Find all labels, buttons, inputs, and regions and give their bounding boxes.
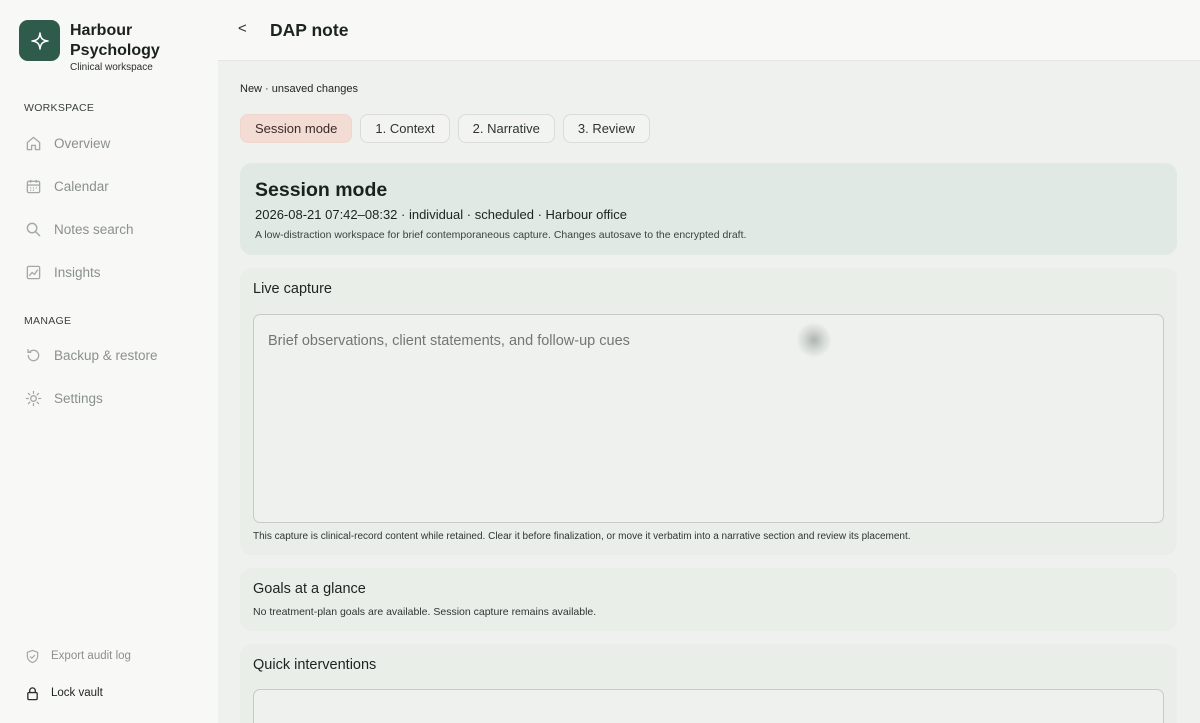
tab-narrative[interactable]: 2. Narrative bbox=[457, 114, 555, 143]
gear-icon bbox=[24, 389, 42, 407]
session-description: A low-distraction workspace for brief co… bbox=[255, 229, 747, 241]
goals-card: Goals at a glance No treatment-plan goal… bbox=[240, 568, 1177, 631]
tab-review[interactable]: 3. Review bbox=[562, 114, 650, 143]
live-capture-input[interactable] bbox=[253, 314, 1164, 523]
chart-icon bbox=[24, 263, 42, 281]
home-icon bbox=[24, 134, 42, 152]
calendar-icon bbox=[24, 177, 42, 195]
status-text: New · unsaved changes bbox=[240, 83, 359, 95]
sidebar-item-label: Overview bbox=[54, 135, 111, 151]
export-audit-log-label: Export audit log bbox=[51, 650, 131, 662]
sidebar-item-notes-search[interactable]: Notes search bbox=[24, 219, 134, 239]
sidebar-item-label: Backup & restore bbox=[54, 347, 158, 363]
brand-subtitle: Clinical workspace bbox=[70, 62, 153, 73]
sidebar-item-label: Calendar bbox=[54, 178, 109, 194]
restore-icon bbox=[24, 346, 42, 364]
sidebar-item-label: Settings bbox=[54, 390, 103, 406]
top-bar: < DAP note bbox=[218, 0, 1200, 61]
session-title: Session mode bbox=[255, 179, 388, 201]
quick-interventions-box[interactable] bbox=[253, 689, 1164, 723]
lock-vault-label: Lock vault bbox=[51, 687, 103, 699]
live-capture-title: Live capture bbox=[253, 281, 332, 297]
shield-check-icon bbox=[24, 648, 40, 664]
sidebar-item-label: Insights bbox=[54, 264, 101, 280]
sidebar-item-label: Notes search bbox=[54, 221, 134, 237]
mouse-cursor-indicator bbox=[797, 323, 831, 357]
page-title: DAP note bbox=[270, 20, 349, 40]
back-button[interactable]: < bbox=[238, 20, 247, 37]
main-content: < DAP note New · unsaved changes Session… bbox=[218, 0, 1200, 723]
sparkle-icon bbox=[19, 20, 60, 61]
tab-bar: Session mode 1. Context 2. Narrative 3. … bbox=[240, 114, 658, 143]
sidebar-item-backup-restore[interactable]: Backup & restore bbox=[24, 345, 158, 365]
live-capture-note: This capture is clinical-record content … bbox=[253, 531, 911, 542]
search-icon bbox=[24, 220, 42, 238]
workspace-section-label: WORKSPACE bbox=[24, 102, 95, 114]
brand: Harbour Psychology Clinical workspace bbox=[19, 20, 180, 73]
export-audit-log-button[interactable]: Export audit log bbox=[24, 648, 131, 664]
quick-interventions-card: Quick interventions bbox=[240, 644, 1177, 723]
sidebar-item-overview[interactable]: Overview bbox=[24, 133, 110, 153]
goals-title: Goals at a glance bbox=[253, 581, 366, 597]
quick-interventions-title: Quick interventions bbox=[253, 657, 377, 673]
lock-icon bbox=[24, 685, 40, 701]
session-mode-card: Session mode 2026-08-21 07:42–08:32 · in… bbox=[240, 163, 1177, 255]
tab-context[interactable]: 1. Context bbox=[360, 114, 450, 143]
sidebar-item-insights[interactable]: Insights bbox=[24, 262, 101, 282]
brand-name: Harbour Psychology bbox=[70, 22, 160, 59]
goals-text: No treatment-plan goals are available. S… bbox=[253, 606, 597, 618]
lock-vault-button[interactable]: Lock vault bbox=[24, 685, 103, 701]
session-meta: 2026-08-21 07:42–08:32 · individual · sc… bbox=[255, 207, 627, 222]
sidebar-item-settings[interactable]: Settings bbox=[24, 388, 103, 408]
sidebar-item-calendar[interactable]: Calendar bbox=[24, 176, 109, 196]
sidebar: Harbour Psychology Clinical workspace WO… bbox=[0, 0, 218, 723]
manage-section-label: MANAGE bbox=[24, 315, 72, 327]
live-capture-card: Live capture This capture is clinical-re… bbox=[240, 268, 1177, 555]
tab-session-mode[interactable]: Session mode bbox=[240, 114, 353, 143]
